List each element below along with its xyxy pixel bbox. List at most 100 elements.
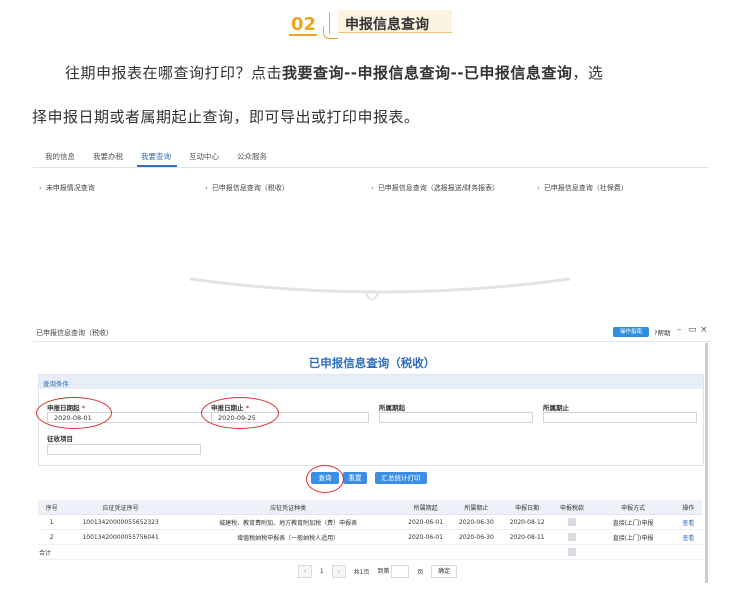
reset-button[interactable]: 重置 — [343, 472, 367, 484]
tab-query[interactable]: 我要查询 — [141, 151, 171, 162]
pager: ‹ 1 › 共1页 到第 页 确定 — [298, 565, 458, 578]
cell-tax-amount — [552, 529, 592, 545]
menu-item-label: 已申报信息查询（税收） — [211, 184, 289, 192]
tab-my-info[interactable]: 我的信息 — [45, 151, 75, 162]
paragraph-line-2: 择申报日期或者属期起止查询，即可导出或打印申报表。 — [32, 108, 420, 126]
tab-interaction[interactable]: 互动中心 — [189, 151, 219, 162]
cell-method: 直接(上门)申报 — [591, 529, 675, 545]
view-link[interactable]: 查看 — [674, 529, 702, 545]
section-title: 申报信息查询 — [345, 17, 429, 33]
cell-apply-date: 2020-08-12 — [501, 514, 553, 530]
window-title: 已申报信息查询（税收） — [36, 329, 113, 337]
highlight-apply-end — [201, 397, 279, 429]
section-number-underline — [289, 34, 317, 36]
cell-voucher-type: 增值税纳税申报表（一般纳税人适用） — [176, 529, 401, 545]
highlight-apply-start — [36, 397, 112, 429]
arrow-icon: › — [371, 184, 374, 192]
cell-method: 直接(上门)申报 — [591, 514, 675, 530]
goto-page-input[interactable] — [391, 565, 410, 578]
menu-item-filed-tax[interactable]: › 已申报信息查询（税收） — [205, 183, 289, 193]
paragraph-prefix: 往期申报表在哪查询打印？点击 — [65, 64, 283, 82]
prev-page-button[interactable]: ‹ — [298, 565, 312, 578]
paragraph-line-1: 往期申报表在哪查询打印？点击我要查询--申报信息查询--已申报信息查询，选 — [65, 62, 603, 83]
period-start-input[interactable] — [379, 412, 533, 423]
redacted-value — [568, 533, 577, 541]
cell-index: 1 — [38, 514, 66, 530]
view-link[interactable]: 查看 — [674, 514, 702, 530]
col-header: 应征凭证种类 — [176, 500, 401, 515]
redacted-value — [568, 548, 577, 556]
menu-item-filed-reports[interactable]: › 已申报信息查询（选报报送/财务报表） — [371, 183, 499, 193]
period-end-input[interactable] — [543, 412, 697, 423]
total-label: 合计 — [38, 544, 66, 560]
next-page-button[interactable]: › — [331, 565, 346, 578]
menu-item-filed-social[interactable]: › 已申报信息查询（社保费） — [537, 183, 628, 193]
confirm-button[interactable]: 确定 — [431, 565, 458, 578]
cell-voucher-type: 城建税、教育费附加、地方教育附加税（费）申报表 — [176, 514, 401, 530]
col-header: 申报税款 — [552, 500, 592, 515]
page-title: 已申报信息查询（税收） — [308, 356, 436, 370]
cell-tax-amount — [552, 514, 592, 530]
tax-item-input[interactable] — [47, 444, 201, 455]
cell-period-start: 2020-06-01 — [400, 514, 451, 530]
paragraph-suffix: ，选 — [572, 64, 604, 82]
arrow-icon: › — [205, 184, 208, 192]
table-header-row: 序号 应征凭证序号 应征凭证种类 所属期起 所属期止 申报日期 申报税款 申报方… — [38, 500, 702, 515]
conditions-header: 查询条件 — [39, 375, 703, 389]
total-pages: 共1页 — [353, 569, 370, 576]
arrow-icon: › — [537, 184, 540, 192]
query-window: 已申报信息查询（税收） 操作指南 ?帮助 – ▭ × 已申报信息查询（税收） 查… — [33, 323, 711, 588]
cell-period-start: 2020-06-01 — [400, 529, 451, 545]
col-header: 所属期起 — [400, 500, 451, 515]
minimize-icon[interactable]: – — [677, 325, 682, 335]
section-hook-decoration — [323, 26, 338, 39]
tax-item-label: 征收项目 — [47, 435, 73, 443]
connector-curve — [189, 277, 571, 300]
section-header: 02 申报信息查询 — [283, 8, 456, 39]
table-row: 1 10013420000055652323 城建税、教育费附加、地方教育附加税… — [38, 514, 702, 530]
menu-item-label: 已申报信息查询（社保费） — [543, 184, 628, 192]
cell-index: 2 — [38, 529, 66, 545]
guide-button[interactable]: 操作指南 — [613, 327, 649, 337]
scrollbar[interactable] — [705, 343, 708, 583]
section-number: 02 — [291, 14, 317, 35]
menu-item-unfiled[interactable]: › 未申报情况查询 — [39, 183, 95, 193]
table-row: 2 10013420000055756041 增值税纳税申报表（一般纳税人适用）… — [38, 529, 702, 545]
menu-item-label: 未申报情况查询 — [45, 184, 95, 192]
close-icon[interactable]: × — [700, 325, 708, 335]
help-link[interactable]: ?帮助 — [654, 327, 670, 337]
cell-period-end: 2020-06-30 — [450, 514, 502, 530]
page-unit: 页 — [417, 569, 424, 576]
cell-total-amount — [552, 544, 592, 560]
arrow-icon: › — [39, 184, 42, 192]
redacted-value — [568, 518, 577, 526]
maximize-icon[interactable]: ▭ — [688, 325, 697, 335]
conditions-panel: 查询条件 申报日期起 * 2020-08-01 申报日期止 * 2020-09-… — [36, 374, 704, 466]
nav-bar: 我的信息 我要办税 我要查询 互动中心 公众服务 — [33, 143, 709, 168]
col-header: 所属期止 — [450, 500, 502, 515]
results-table: 序号 应征凭证序号 应征凭证种类 所属期起 所属期止 申报日期 申报税款 申报方… — [38, 500, 702, 560]
col-header: 操作 — [674, 500, 702, 515]
conditions-label: 查询条件 — [43, 380, 69, 388]
col-header: 申报方式 — [591, 500, 675, 515]
active-tab-indicator — [137, 165, 177, 167]
tab-tax-service[interactable]: 我要办税 — [93, 151, 123, 162]
period-start-label: 所属期起 — [379, 404, 405, 412]
menu-item-label: 已申报信息查询（选报报送/财务报表） — [377, 184, 500, 192]
current-page: 1 — [319, 568, 324, 575]
col-header: 序号 — [38, 500, 66, 515]
period-end-label: 所属期止 — [543, 404, 569, 412]
window-titlebar — [33, 323, 711, 342]
col-header: 申报日期 — [501, 500, 553, 515]
cell-voucher-no: 10013420000055652323 — [65, 514, 176, 530]
tab-public-service[interactable]: 公众服务 — [237, 151, 267, 162]
cell-apply-date: 2020-08-11 — [501, 529, 553, 545]
highlight-query-button — [306, 465, 344, 493]
summary-print-button[interactable]: 汇总统计打印 — [375, 472, 427, 484]
paragraph-bold-path: 我要查询--申报信息查询--已申报信息查询 — [282, 64, 573, 82]
cell-voucher-no: 10013420000055756041 — [65, 529, 176, 545]
col-header: 应征凭证序号 — [65, 500, 176, 515]
cell-period-end: 2020-06-30 — [450, 529, 502, 545]
goto-label: 到第 — [377, 568, 390, 575]
table-total-row: 合计 — [38, 544, 702, 560]
